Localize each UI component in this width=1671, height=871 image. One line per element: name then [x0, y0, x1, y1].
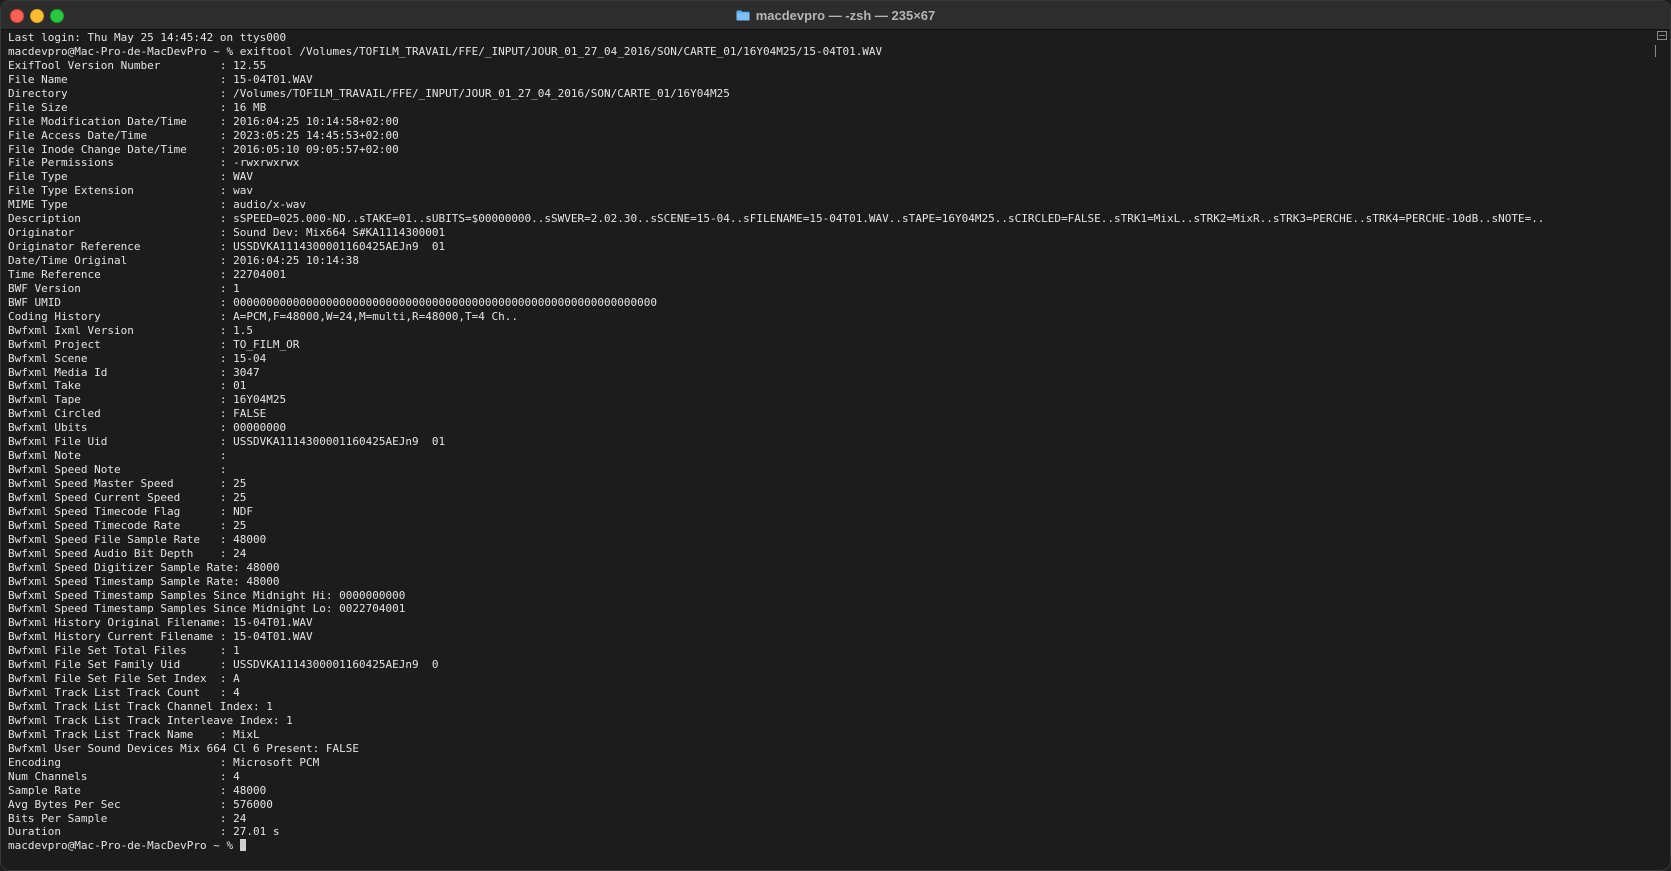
- terminal-line: Sample Rate : 48000: [8, 783, 267, 797]
- terminal-line: Description : sSPEED=025.000-ND..sTAKE=0…: [8, 212, 1545, 226]
- terminal-line: File Name : 15-04T01.WAV: [8, 72, 313, 86]
- terminal-line: Bits Per Sample : 24: [8, 811, 247, 825]
- prompt-text: macdevpro@Mac-Pro-de-MacDevPro ~ %: [8, 839, 240, 853]
- terminal-line: Bwfxml Take : 01: [8, 379, 247, 393]
- terminal-line: ExifTool Version Number : 12.55: [8, 58, 267, 72]
- terminal-line: File Access Date/Time : 2023:05:25 14:45…: [8, 128, 399, 142]
- window-title-container: macdevpro — -zsh — 235×67: [1, 1, 1670, 30]
- terminal-line: Bwfxml Track List Track Name : MixL: [8, 727, 260, 741]
- terminal-line: File Permissions : -rwxrwxrwx: [8, 156, 300, 170]
- folder-icon: [736, 10, 750, 21]
- terminal-line: Bwfxml Speed Timestamp Sample Rate: 4800…: [8, 574, 280, 588]
- scrollbar[interactable]: [1652, 45, 1656, 57]
- terminal-line: Bwfxml Track List Track Channel Index: 1: [8, 700, 273, 713]
- window-title: macdevpro — -zsh — 235×67: [755, 8, 936, 23]
- terminal-line: Date/Time Original : 2016:04:25 10:14:38: [8, 254, 359, 267]
- terminal-line: Bwfxml Scene : 15-04: [8, 351, 267, 365]
- terminal-line: Bwfxml History Original Filename: 15-04T…: [8, 616, 313, 630]
- terminal-line: Bwfxml Speed Audio Bit Depth : 24: [8, 546, 247, 560]
- terminal-line: Bwfxml Note :: [8, 449, 227, 463]
- terminal-line: Bwfxml History Current Filename : 15-04T…: [8, 630, 313, 644]
- terminal-line: Bwfxml Speed File Sample Rate : 48000: [8, 532, 267, 546]
- terminal-line: Originator Reference : USSDVKA1114300001…: [8, 240, 446, 254]
- terminal-line: Bwfxml Media Id : 3047: [8, 365, 260, 379]
- terminal-line: Bwfxml Tape : 16Y04M25: [8, 393, 287, 407]
- terminal-line: Bwfxml Ubits : 00000000: [8, 421, 287, 435]
- terminal-line: Bwfxml Ixml Version : 1.5: [8, 323, 254, 337]
- terminal-line: Bwfxml Track List Track Interleave Index…: [8, 713, 293, 727]
- terminal-line: File Modification Date/Time : 2016:04:25…: [8, 114, 399, 128]
- terminal-line: Bwfxml File Set Family Uid : USSDVKA1114…: [8, 658, 439, 672]
- terminal-line: macdevpro@Mac-Pro-de-MacDevPro ~ % exift…: [8, 44, 883, 58]
- split-pane-icon[interactable]: [1657, 31, 1667, 40]
- terminal-line: File Inode Change Date/Time : 2016:05:10…: [8, 142, 399, 156]
- terminal-line: Duration : 27.01 s: [8, 825, 280, 839]
- terminal-line: BWF Version : 1: [8, 281, 240, 295]
- terminal-line: Bwfxml Speed Timecode Rate : 25: [8, 518, 247, 532]
- terminal-line: Time Reference : 22704001: [8, 267, 287, 281]
- title-bar[interactable]: macdevpro — -zsh — 235×67: [1, 1, 1670, 30]
- terminal-line: Bwfxml Circled : FALSE: [8, 407, 267, 421]
- terminal-line: File Size : 16 MB: [8, 100, 267, 114]
- terminal-line: Originator : Sound Dev: Mix664 S#KA11143…: [8, 226, 446, 240]
- terminal-line: BWF UMID : 00000000000000000000000000000…: [8, 295, 658, 309]
- terminal-line: Avg Bytes Per Sec : 576000: [8, 797, 273, 811]
- terminal-line: File Type Extension : wav: [8, 184, 254, 198]
- terminal-line: Bwfxml Speed Master Speed : 25: [8, 477, 247, 490]
- terminal-line: Bwfxml Speed Timecode Flag : NDF: [8, 504, 254, 518]
- terminal-line: Bwfxml Speed Note :: [8, 463, 227, 477]
- terminal-content[interactable]: Last login: Thu May 25 14:45:42 on ttys0…: [1, 30, 1670, 870]
- terminal-line: Directory : /Volumes/TOFILM_TRAVAIL/FFE/…: [8, 86, 730, 100]
- terminal-line: Bwfxml File Uid : USSDVKA111430000116042…: [8, 435, 446, 449]
- terminal-line: Encoding : Microsoft PCM: [8, 755, 320, 769]
- terminal-line: Bwfxml User Sound Devices Mix 664 Cl 6 P…: [8, 741, 359, 755]
- terminal-line: Last login: Thu May 25 14:45:42 on ttys0…: [8, 31, 287, 44]
- text-cursor: [239, 839, 246, 852]
- terminal-line: Bwfxml Speed Digitizer Sample Rate: 4800…: [8, 560, 280, 574]
- terminal-line: Bwfxml Speed Timestamp Samples Since Mid…: [8, 588, 406, 602]
- terminal-line: Bwfxml Project : TO_FILM_OR: [8, 337, 300, 351]
- terminal-line: Bwfxml File Set Total Files : 1: [8, 644, 240, 658]
- terminal-output: Last login: Thu May 25 14:45:42 on ttys0…: [8, 31, 1544, 853]
- terminal-line: Coding History : A=PCM,F=48000,W=24,M=mu…: [8, 309, 518, 323]
- terminal-line: Bwfxml File Set File Set Index : A: [8, 672, 240, 686]
- terminal-line: Bwfxml Speed Current Speed : 25: [8, 490, 247, 504]
- prompt-line[interactable]: macdevpro@Mac-Pro-de-MacDevPro ~ %: [8, 839, 1544, 853]
- terminal-line: Num Channels : 4: [8, 769, 240, 783]
- terminal-line: Bwfxml Speed Timestamp Samples Since Mid…: [8, 602, 406, 616]
- terminal-window: macdevpro — -zsh — 235×67 Last login: Th…: [0, 0, 1671, 871]
- terminal-line: MIME Type : audio/x-wav: [8, 198, 307, 212]
- terminal-line: Bwfxml Track List Track Count : 4: [8, 686, 240, 700]
- terminal-line: File Type : WAV: [8, 170, 254, 184]
